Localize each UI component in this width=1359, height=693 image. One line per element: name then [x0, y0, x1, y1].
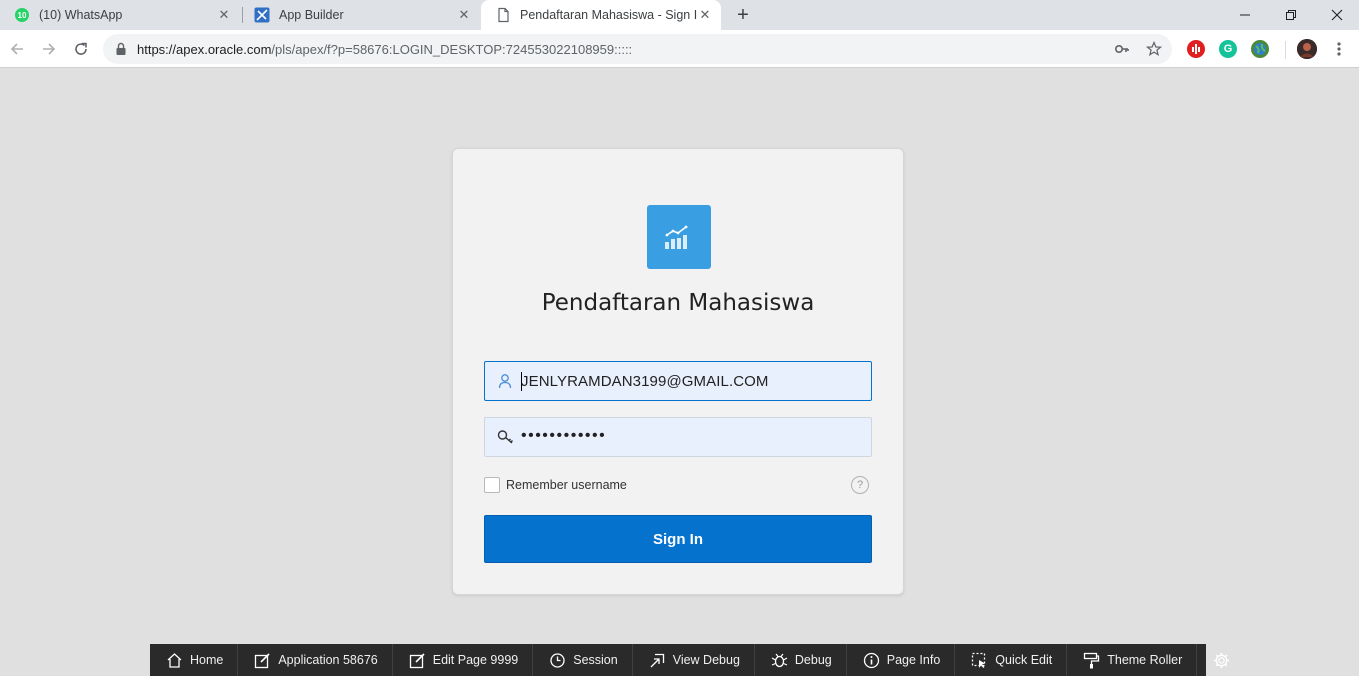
grammarly-extension-icon[interactable]: G	[1219, 40, 1237, 58]
devbar-view-debug[interactable]: View Debug	[633, 644, 755, 676]
tab-title: App Builder	[279, 8, 344, 22]
url-path: /pls/apex/f?p=58676:LOGIN_DESKTOP:724553…	[271, 42, 633, 57]
view-debug-icon	[649, 652, 666, 669]
star-icon[interactable]	[1146, 41, 1162, 57]
restore-icon[interactable]	[1268, 0, 1314, 30]
forward-icon[interactable]	[37, 37, 61, 61]
devbar-settings[interactable]	[1197, 644, 1246, 676]
app-builder-icon	[254, 7, 270, 23]
tab-whatsapp[interactable]: 10 (10) WhatsApp ✕	[0, 0, 240, 30]
devbar-home[interactable]: Home	[150, 644, 239, 676]
developer-toolbar: Home Application 58676 Edit Page 9999 Se…	[150, 644, 1230, 676]
document-icon	[495, 7, 511, 23]
devbar-label: Page Info	[886, 653, 941, 667]
bug-icon	[771, 652, 788, 669]
tab-title: Pendaftaran Mahasiswa - Sign In	[520, 8, 697, 22]
devbar-label: Session	[573, 653, 618, 667]
browser-tabbar: 10 (10) WhatsApp ✕ App Builder ✕ Pendaft…	[0, 0, 1359, 30]
key-icon	[497, 429, 513, 445]
home-icon	[166, 652, 183, 669]
username-value: JENLYRAMDAN3199@GMAIL.COM	[521, 373, 769, 390]
browser-toolbar: https://apex.oracle.com/pls/apex/f?p=586…	[0, 30, 1359, 68]
address-bar[interactable]: https://apex.oracle.com/pls/apex/f?p=586…	[103, 34, 1172, 64]
devbar-quick-edit[interactable]: Quick Edit	[955, 644, 1068, 676]
lock-icon	[115, 42, 127, 56]
quick-edit-icon	[971, 652, 988, 669]
devbar-label: Quick Edit	[995, 653, 1053, 667]
devbar-label: Home	[190, 653, 224, 667]
password-value: ••••••••••••	[521, 427, 607, 444]
tab-app-builder[interactable]: App Builder ✕	[240, 0, 480, 30]
app-title: Pendaftaran Mahasiswa	[541, 290, 815, 316]
back-icon[interactable]	[5, 37, 29, 61]
user-icon	[497, 373, 513, 389]
help-icon[interactable]: ?	[851, 476, 869, 494]
close-window-icon[interactable]	[1314, 0, 1359, 30]
edit-icon	[409, 652, 426, 669]
clock-icon	[549, 652, 566, 669]
devbar-label: View Debug	[672, 653, 740, 667]
toolbar-divider	[1285, 41, 1286, 59]
remember-label: Remember username	[506, 478, 627, 492]
url-host: https://apex.oracle.com	[137, 42, 272, 57]
devbar-page-info[interactable]: Page Info	[847, 644, 956, 676]
downloads-bar	[0, 676, 1359, 693]
tab-title: (10) WhatsApp	[39, 8, 123, 22]
devbar-debug[interactable]: Debug	[755, 644, 847, 676]
globe-extension-icon[interactable]	[1251, 40, 1269, 58]
sign-in-button[interactable]: Sign In	[484, 515, 872, 563]
close-icon[interactable]: ✕	[697, 7, 713, 23]
app-chart-icon	[647, 205, 711, 269]
whatsapp-icon: 10	[14, 7, 30, 23]
new-tab-icon[interactable]: +	[732, 4, 754, 26]
url-text: https://apex.oracle.com/pls/apex/f?p=586…	[137, 42, 632, 57]
gear-icon	[1213, 652, 1230, 669]
paint-roller-icon	[1083, 652, 1100, 669]
key-icon[interactable]	[1114, 41, 1130, 57]
profile-avatar[interactable]	[1297, 39, 1317, 59]
adblock-extension-icon[interactable]	[1187, 40, 1205, 58]
devbar-label: Application 58676	[278, 653, 378, 667]
minimize-icon[interactable]	[1222, 0, 1268, 30]
devbar-label: Edit Page 9999	[432, 653, 519, 667]
reload-icon[interactable]	[69, 37, 93, 61]
devbar-label: Theme Roller	[1107, 653, 1183, 667]
password-field[interactable]: ••••••••••••	[484, 417, 872, 457]
devbar-edit-page[interactable]: Edit Page 9999	[393, 644, 534, 676]
remember-checkbox[interactable]	[484, 477, 500, 493]
devbar-theme-roller[interactable]: Theme Roller	[1067, 644, 1198, 676]
close-icon[interactable]: ✕	[456, 7, 472, 23]
close-icon[interactable]: ✕	[216, 7, 232, 23]
devbar-session[interactable]: Session	[533, 644, 633, 676]
info-icon	[863, 652, 880, 669]
tab-sign-in[interactable]: Pendaftaran Mahasiswa - Sign In ✕	[481, 0, 721, 30]
devbar-application[interactable]: Application 58676	[238, 644, 393, 676]
username-field[interactable]: JENLYRAMDAN3199@GMAIL.COM	[484, 361, 872, 401]
svg-text:10: 10	[18, 11, 27, 20]
login-card: Pendaftaran Mahasiswa JENLYRAMDAN3199@GM…	[452, 148, 904, 595]
edit-icon	[254, 652, 271, 669]
menu-icon[interactable]	[1327, 37, 1351, 61]
remember-username[interactable]: Remember username	[484, 477, 627, 493]
devbar-label: Debug	[794, 653, 832, 667]
